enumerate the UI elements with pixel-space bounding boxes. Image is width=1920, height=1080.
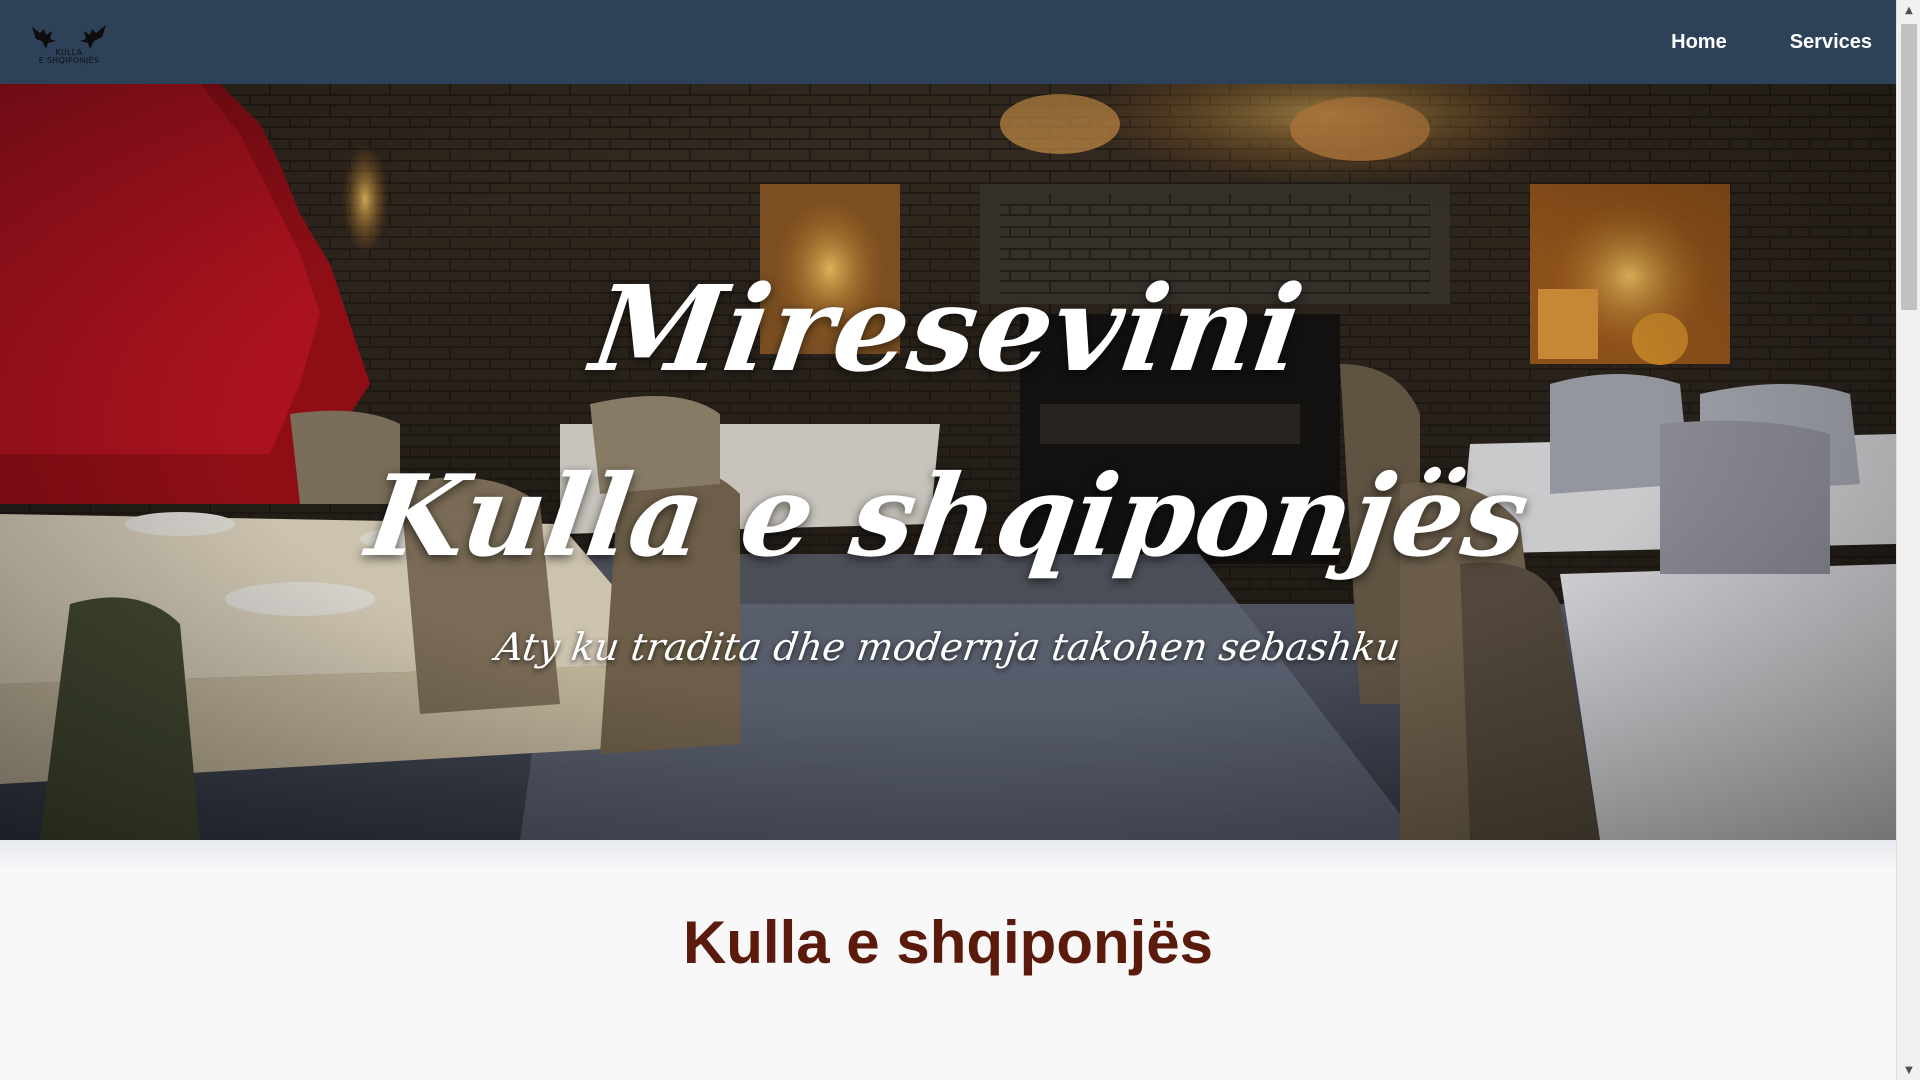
nav-link-services[interactable]: Services — [1790, 31, 1872, 54]
hero-content: Miresevini Kulla e shqiponjës Aty ku tra… — [0, 84, 1896, 840]
scroll-down-arrow-icon[interactable]: ▼ — [1897, 1060, 1920, 1080]
logo-text: KULLA E SHQIPONJËS — [38, 48, 100, 65]
scrollbar-thumb[interactable] — [1901, 24, 1917, 310]
hero-banner: Miresevini Kulla e shqiponjës Aty ku tra… — [0, 84, 1896, 840]
site-logo[interactable]: KULLA E SHQIPONJËS — [30, 19, 108, 65]
navbar: KULLA E SHQIPONJËS Home Services — [0, 0, 1896, 84]
page-scrollbar[interactable]: ▲ ▼ — [1896, 0, 1920, 1080]
hero-tagline: Aty ku tradita dhe modernja takohen seba… — [493, 625, 1403, 669]
main-nav: Home Services — [1671, 31, 1872, 54]
section-title: Kulla e shqiponjës — [682, 909, 1214, 976]
hero-welcome-heading: Miresevini — [584, 259, 1312, 398]
page: KULLA E SHQIPONJËS Home Services Miresev… — [0, 0, 1920, 1080]
hero-restaurant-name: Kulla e shqiponjës — [359, 451, 1537, 582]
section-divider-shadow — [0, 840, 1896, 872]
about-section: Kulla e shqiponjës — [0, 840, 1896, 1080]
scroll-up-arrow-icon[interactable]: ▲ — [1897, 0, 1920, 20]
nav-link-home[interactable]: Home — [1671, 31, 1727, 54]
